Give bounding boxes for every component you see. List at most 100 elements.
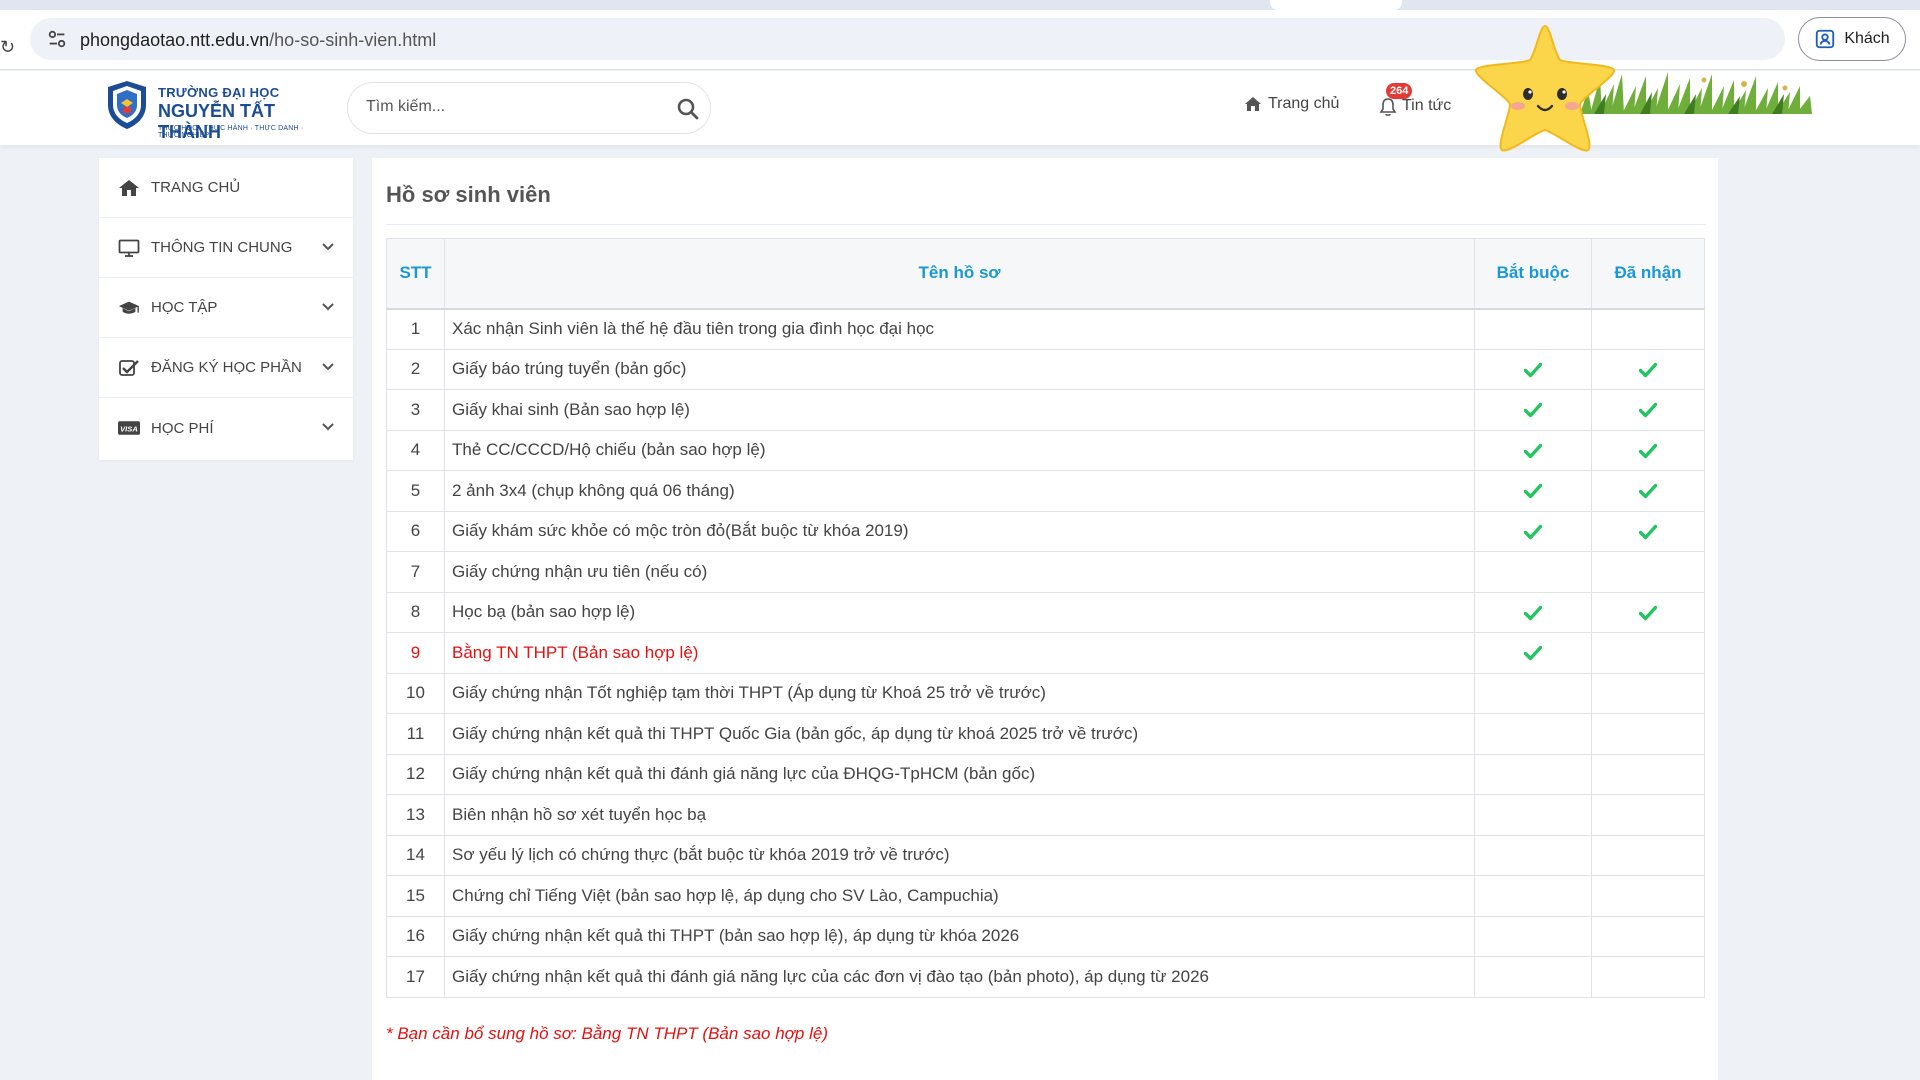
sidebar-item-tuition[interactable]: VISA HỌC PHÍ — [99, 398, 353, 458]
table-row: 4 Thẻ CC/CCCD/Hộ chiếu (bản sao hợp lệ) — [386, 429, 1705, 471]
required-check-icon — [1524, 403, 1542, 418]
row-stt: 4 — [386, 429, 445, 471]
row-stt: 10 — [386, 672, 445, 714]
table-row: 8 Học bạ (bản sao hợp lệ) — [386, 591, 1705, 633]
sidebar-item-label: ĐĂNG KÝ HỌC PHẦN — [151, 359, 302, 376]
table-row: 3 Giấy khai sinh (Bản sao hợp lệ) — [386, 389, 1705, 431]
sidebar-item-label: TRANG CHỦ — [151, 179, 241, 196]
url-host: phongdaotao.ntt.edu.vn — [80, 30, 270, 50]
row-stt: 17 — [386, 956, 445, 998]
documents-table: STT Tên hồ sơ Bắt buộc Đã nhận 1 Xác nhận… — [386, 238, 1705, 998]
table-row: 16 Giấy chứng nhận kết quả thi THPT (bản … — [386, 915, 1705, 957]
search-icon[interactable] — [676, 97, 700, 121]
news-count-badge: 264 — [1386, 83, 1413, 99]
row-required-cell — [1474, 389, 1592, 431]
row-required-cell — [1474, 956, 1592, 998]
row-document-name: Giấy chứng nhận Tốt nghiệp tạm thời THPT… — [444, 672, 1475, 714]
table-row: 13 Biên nhận hồ sơ xét tuyển học bạ — [386, 794, 1705, 836]
row-stt: 13 — [386, 794, 445, 836]
row-stt: 16 — [386, 915, 445, 957]
row-document-name: Giấy chứng nhận kết quả thi THPT (bản sa… — [444, 915, 1475, 957]
sidebar-item-course-registration[interactable]: ĐĂNG KÝ HỌC PHẦN — [99, 338, 353, 398]
table-row: 1 Xác nhận Sinh viên là thế hệ đầu tiên t… — [386, 308, 1705, 350]
documents-table-body: 1 Xác nhận Sinh viên là thế hệ đầu tiên t… — [386, 308, 1705, 998]
browser-tab-strip — [0, 0, 1920, 10]
required-check-icon — [1524, 484, 1542, 499]
row-stt: 7 — [386, 551, 445, 593]
sidebar-item-home[interactable]: TRANG CHỦ — [99, 158, 353, 218]
row-document-name: 2 ảnh 3x4 (chụp không quá 06 tháng) — [444, 470, 1475, 512]
column-header-required: Bắt buộc — [1474, 238, 1592, 310]
chevron-down-icon[interactable] — [321, 300, 335, 314]
row-required-cell — [1474, 672, 1592, 714]
row-received-cell — [1591, 348, 1705, 390]
sidebar-item-label: HỌC TẬP — [151, 299, 218, 316]
home-icon — [117, 178, 141, 198]
row-stt: 14 — [386, 834, 445, 876]
row-received-cell — [1591, 429, 1705, 471]
university-emblem-icon — [108, 81, 146, 129]
received-check-icon — [1639, 362, 1657, 377]
table-header-row: STT Tên hồ sơ Bắt buộc Đã nhận — [386, 238, 1705, 310]
row-required-cell — [1474, 551, 1592, 593]
row-required-cell — [1474, 470, 1592, 512]
row-document-name: Giấy khám sức khỏe có mộc tròn đỏ(Bắt bu… — [444, 510, 1475, 552]
row-required-cell — [1474, 794, 1592, 836]
table-row: 12 Giấy chứng nhận kết quả thi đánh giá n… — [386, 753, 1705, 795]
logo-tagline: THỰC HỌC · THỰC HÀNH · THỰC DANH · THỰC … — [158, 125, 304, 139]
logo-line1: TRƯỜNG ĐẠI HỌC — [158, 85, 280, 100]
checkbox-icon — [117, 358, 141, 378]
row-received-cell — [1591, 308, 1705, 350]
table-row: 7 Giấy chứng nhận ưu tiên (nếu có) — [386, 551, 1705, 593]
chevron-down-icon[interactable] — [321, 240, 335, 254]
nav-news-link[interactable]: 264 Tin tức — [1378, 83, 1452, 117]
row-document-name: Giấy khai sinh (Bản sao hợp lệ) — [444, 389, 1475, 431]
search-box — [347, 82, 711, 134]
row-document-name: Giấy chứng nhận kết quả thi THPT Quốc Gi… — [444, 713, 1475, 755]
row-stt: 2 — [386, 348, 445, 390]
row-document-name: Giấy chứng nhận ưu tiên (nếu có) — [444, 551, 1475, 593]
row-received-cell — [1591, 713, 1705, 755]
row-stt: 3 — [386, 389, 445, 431]
row-received-cell — [1591, 470, 1705, 512]
chevron-down-icon[interactable] — [321, 420, 335, 434]
row-document-name: Giấy báo trúng tuyển (bản gốc) — [444, 348, 1475, 390]
url-text[interactable]: phongdaotao.ntt.edu.vn/ho-so-sinh-vien.h… — [80, 30, 436, 51]
required-check-icon — [1524, 443, 1542, 458]
table-row: 11 Giấy chứng nhận kết quả thi THPT Quốc … — [386, 713, 1705, 755]
profile-button[interactable]: Khách — [1798, 17, 1906, 61]
received-check-icon — [1639, 524, 1657, 539]
row-required-cell — [1474, 753, 1592, 795]
row-document-name: Học bạ (bản sao hợp lệ) — [444, 591, 1475, 633]
row-required-cell — [1474, 875, 1592, 917]
site-info-icon[interactable] — [46, 28, 68, 50]
row-required-cell — [1474, 834, 1592, 876]
row-stt: 8 — [386, 591, 445, 633]
row-document-name: Giấy chứng nhận kết quả thi đánh giá năn… — [444, 956, 1475, 998]
reload-icon[interactable]: ↻ — [0, 37, 15, 58]
row-required-cell — [1474, 308, 1592, 350]
nav-home-link[interactable]: Trang chủ — [1244, 95, 1339, 113]
nav-news-label: Tin tức — [1402, 97, 1452, 114]
university-logo[interactable]: TRƯỜNG ĐẠI HỌC NGUYỄN TẤT THÀNH THỰC HỌC… — [100, 77, 320, 142]
row-received-cell — [1591, 956, 1705, 998]
table-row: 15 Chứng chỉ Tiếng Việt (bản sao hợp lệ, … — [386, 875, 1705, 917]
column-header-stt: STT — [386, 238, 445, 310]
sidebar-item-study[interactable]: HỌC TẬP — [99, 278, 353, 338]
search-input[interactable] — [366, 98, 656, 116]
column-header-received: Đã nhận — [1591, 238, 1705, 310]
url-path: /ho-so-sinh-vien.html — [269, 30, 437, 50]
sidebar-item-label: THÔNG TIN CHUNG — [151, 239, 293, 256]
chevron-down-icon[interactable] — [321, 360, 335, 374]
received-check-icon — [1639, 443, 1657, 458]
profile-icon — [1816, 29, 1835, 49]
table-row: 14 Sơ yếu lý lịch có chứng thực (bắt buộc… — [386, 834, 1705, 876]
required-check-icon — [1524, 605, 1542, 620]
row-required-cell — [1474, 429, 1592, 471]
page-title: Hồ sơ sinh viên — [386, 182, 551, 207]
bell-icon — [1379, 98, 1397, 116]
browser-active-tab[interactable] — [1270, 0, 1402, 10]
row-stt: 5 — [386, 470, 445, 512]
row-required-cell — [1474, 510, 1592, 552]
sidebar-item-general-info[interactable]: THÔNG TIN CHUNG — [99, 218, 353, 278]
